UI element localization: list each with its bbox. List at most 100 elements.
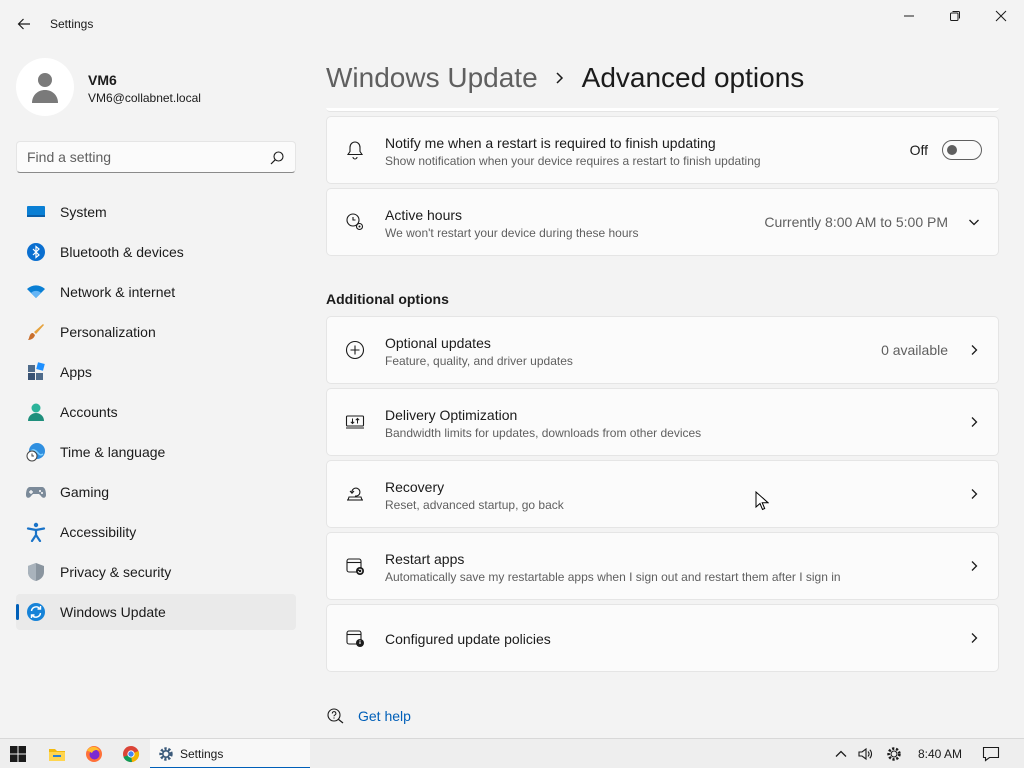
app-title: Settings [50,17,94,31]
bell-icon [344,139,366,161]
minimize-button[interactable] [886,0,932,32]
chevron-up-icon[interactable] [830,743,852,765]
scrolled-card-edge [326,108,999,112]
brush-icon [25,321,47,343]
taskbar: Settings 8:40 AM [0,738,1024,768]
chevron-right-icon [966,630,982,646]
taskbar-settings-app[interactable]: Settings [150,739,310,768]
start-icon[interactable] [7,743,29,765]
close-icon [995,10,1007,22]
card-right [948,605,982,671]
sidebar-item-apps[interactable]: Apps [16,354,296,390]
sidebar-nav: System Bluetooth & devices Network & int… [16,194,296,634]
toggle-state-label: Off [909,142,928,158]
chevron-right-icon [554,71,566,85]
card-right [948,533,982,599]
recovery-card[interactable]: Recovery Reset, advanced startup, go bac… [326,460,999,528]
search-box[interactable] [16,141,296,173]
card-description: Feature, quality, and driver updates [385,354,573,368]
card-title: Recovery [385,479,445,495]
sidebar-item-personalization[interactable]: Personalization [16,314,296,350]
sidebar-item-windows-update[interactable]: Windows Update [16,594,296,630]
sidebar-item-label: Accounts [60,404,118,420]
delivery-optimization-card[interactable]: Delivery Optimization Bandwidth limits f… [326,388,999,456]
firefox-icon[interactable] [83,743,105,765]
page-title: Advanced options [581,62,805,93]
taskbar-clock[interactable]: 8:40 AM [918,747,962,761]
sidebar-item-label: Windows Update [60,604,166,620]
bluetooth-icon [25,241,47,263]
configured-update-policies-card[interactable]: Configured update policies [326,604,999,672]
sidebar-item-privacy-security[interactable]: Privacy & security [16,554,296,590]
sidebar-item-label: System [60,204,107,220]
minimize-icon [904,15,914,17]
sidebar-item-label: Gaming [60,484,110,500]
title-bar: Settings [0,0,1024,48]
file-explorer-icon[interactable] [46,743,68,765]
chevron-down-icon[interactable] [966,214,982,230]
plus-circle-icon [344,339,366,361]
close-button[interactable] [978,0,1024,32]
sidebar-item-time-language[interactable]: Time & language [16,434,296,470]
toggle-knob [947,145,957,155]
taskbar-app-label: Settings [180,747,224,761]
chevron-right-icon [966,414,982,430]
sidebar-item-label: Privacy & security [60,564,172,580]
delivery-icon [344,411,366,433]
accounts-icon [25,401,47,423]
avatar [16,58,74,116]
notification-icon[interactable] [980,743,1002,765]
card-description: We won't restart your device during thes… [385,226,639,240]
volume-icon[interactable] [854,743,876,765]
chrome-icon[interactable] [120,743,142,765]
maximize-icon [950,11,960,21]
restart-apps-icon [344,555,366,577]
card-title: Configured update policies [385,631,551,647]
gamepad-icon [25,481,47,503]
mouse-cursor-icon [755,491,769,511]
accessibility-icon [25,521,47,543]
sidebar-item-system[interactable]: System [16,194,296,230]
card-title: Optional updates [385,335,491,351]
get-help-label: Get help [358,708,411,724]
chevron-right-icon [966,486,982,502]
update-icon [25,601,47,623]
sidebar-item-network[interactable]: Network & internet [16,274,296,310]
clock-gear-icon [344,211,366,233]
breadcrumb-parent-link[interactable]: Windows Update [326,62,538,94]
sidebar-item-accessibility[interactable]: Accessibility [16,514,296,550]
card-description: Automatically save my restartable apps w… [385,570,841,584]
card-title: Notify me when a restart is required to … [385,135,716,151]
card-right: Off [910,117,982,183]
card-description: Bandwidth limits for updates, downloads … [385,426,702,440]
card-description: Reset, advanced startup, go back [385,498,564,512]
search-input[interactable] [27,149,257,165]
card-right: 0 available [881,317,982,383]
sidebar-item-accounts[interactable]: Accounts [16,394,296,430]
active-hours-card[interactable]: Active hours We won't restart your devic… [326,188,999,256]
user-profile[interactable]: VM6 VM6@collabnet.local [16,58,296,118]
sidebar-item-label: Accessibility [60,524,137,540]
sidebar-item-bluetooth[interactable]: Bluetooth & devices [16,234,296,270]
notify-restart-card: Notify me when a restart is required to … [326,116,999,184]
card-title: Restart apps [385,551,465,567]
globe-clock-icon [25,441,47,463]
arrow-left-icon [17,18,30,30]
restart-apps-card[interactable]: Restart apps Automatically save my resta… [326,532,999,600]
get-help-link[interactable]: Get help [326,706,411,726]
sidebar-item-gaming[interactable]: Gaming [16,474,296,510]
notify-restart-toggle[interactable] [942,140,982,160]
chevron-right-icon [966,342,982,358]
sidebar-item-label: Bluetooth & devices [60,244,184,260]
tray-settings-gear-icon[interactable] [883,743,905,765]
sidebar-item-label: Personalization [60,324,156,340]
card-title: Delivery Optimization [385,407,518,423]
breadcrumb: Windows Update Advanced options [326,58,804,98]
optional-updates-card[interactable]: Optional updates Feature, quality, and d… [326,316,999,384]
back-button[interactable] [10,10,38,38]
user-name: VM6 [88,72,117,88]
shield-icon [25,561,47,583]
maximize-button[interactable] [932,0,978,32]
search-icon[interactable] [269,150,285,166]
sidebar-item-label: Apps [60,364,92,380]
